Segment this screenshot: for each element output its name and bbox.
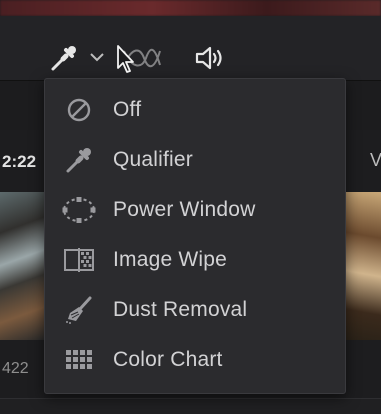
- image-wipe-icon: [61, 242, 97, 278]
- clip-number: 422: [2, 360, 29, 377]
- menu-item-label: Qualifier: [113, 148, 193, 171]
- menu-item-qualifier[interactable]: Qualifier: [45, 135, 345, 185]
- menu-item-power-window[interactable]: Power Window: [45, 185, 345, 235]
- mouse-cursor-icon: [116, 44, 138, 76]
- clip-thumbnail-right[interactable]: [346, 192, 381, 340]
- qualifier-picker-icon: [61, 142, 97, 178]
- picker-mode-menu: Off Qualifier Power Window Image Wipe Du…: [44, 78, 346, 394]
- power-window-icon: [61, 192, 97, 228]
- dust-removal-brush-icon: [61, 292, 97, 328]
- off-icon: [61, 92, 97, 128]
- menu-item-label: Power Window: [113, 198, 256, 221]
- menu-item-off[interactable]: Off: [45, 85, 345, 135]
- color-chart-grid-icon: [61, 342, 97, 378]
- menu-item-label: Color Chart: [113, 348, 223, 371]
- bottom-bar: [0, 398, 381, 414]
- menu-item-dust-removal[interactable]: Dust Removal: [45, 285, 345, 335]
- menu-item-label: Dust Removal: [113, 298, 248, 321]
- menu-item-label: Off: [113, 98, 142, 121]
- menu-item-label: Image Wipe: [113, 248, 228, 271]
- speaker-icon[interactable]: [192, 42, 226, 74]
- clip-thumbnail-left[interactable]: [0, 192, 44, 340]
- clip-timecode: 2:22: [2, 152, 37, 171]
- viewer-edge: [0, 0, 381, 16]
- clip-label-right: V: [370, 150, 381, 170]
- color-picker-icon[interactable]: [48, 42, 80, 74]
- menu-item-image-wipe[interactable]: Image Wipe: [45, 235, 345, 285]
- menu-item-color-chart[interactable]: Color Chart: [45, 335, 345, 385]
- chevron-down-icon[interactable]: [88, 46, 106, 68]
- app-window: 2:22 422 V Off Qualifier Power Window Im…: [0, 0, 381, 414]
